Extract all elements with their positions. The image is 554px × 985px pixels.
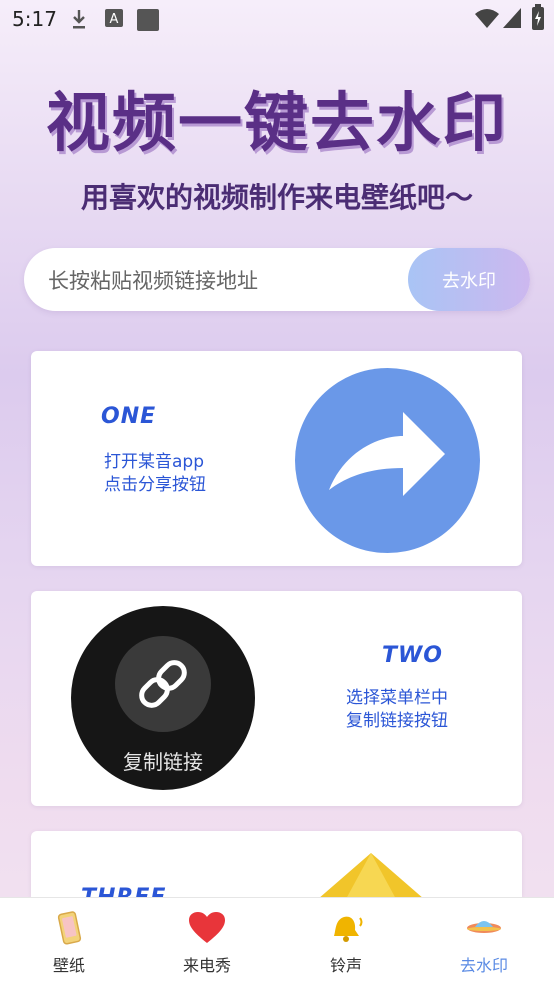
nav-item-wallpaper[interactable]: 壁纸 xyxy=(0,898,138,985)
wifi-icon xyxy=(475,9,499,28)
step-two-line1: 选择菜单栏中 xyxy=(346,688,448,708)
url-input[interactable] xyxy=(46,248,420,313)
copy-link-circle: 复制链接 xyxy=(71,606,255,790)
download-icon xyxy=(73,10,85,29)
a-icon: A xyxy=(105,9,123,27)
yellow-diamond-icon xyxy=(320,853,422,897)
bottom-nav: 壁纸 来电秀 铃声 去水印 xyxy=(0,897,554,985)
copy-link-text: 复制链接 xyxy=(123,750,203,774)
battery-icon xyxy=(532,4,544,30)
nav-label-ringtone: 铃声 xyxy=(329,956,362,975)
step-two-line2: 复制链接按钮 xyxy=(346,711,448,731)
step-one-line1: 打开某音app xyxy=(104,452,204,472)
nav-label-watermark: 去水印 xyxy=(459,956,508,975)
nav-label-wallpaper: 壁纸 xyxy=(52,956,85,975)
page-subtitle: 用喜欢的视频制作来电壁纸吧～ xyxy=(80,181,473,214)
share-arrow-icon xyxy=(329,412,445,496)
nav-item-callshow[interactable]: 来电秀 xyxy=(138,898,276,985)
step-label-three: THREE xyxy=(81,885,166,897)
nav-label-callshow: 来电秀 xyxy=(182,956,231,975)
status-bar: 5:17 A xyxy=(0,0,554,38)
ufo-icon xyxy=(467,921,501,933)
step-desc-two: 选择菜单栏中 复制链接按钮 xyxy=(346,687,448,733)
wallpaper-icon xyxy=(57,911,82,945)
link-icon xyxy=(139,660,187,708)
nav-item-ringtone[interactable]: 铃声 xyxy=(277,898,415,985)
share-circle xyxy=(295,368,480,553)
square-icon xyxy=(137,9,159,31)
svg-text:A: A xyxy=(110,12,119,27)
step-desc-one: 打开某音app 点击分享按钮 xyxy=(104,451,206,497)
page-title: 视频一键去水印 xyxy=(46,87,508,161)
status-time: 5:17 xyxy=(12,7,57,31)
url-input-container: 去水印 xyxy=(24,248,530,313)
nav-item-watermark[interactable]: 去水印 xyxy=(415,898,553,985)
step-card-two: 复制链接 TWO 选择菜单栏中 复制链接按钮 xyxy=(31,591,522,806)
signal-icon xyxy=(503,8,521,28)
step-card-three: THREE xyxy=(31,831,522,897)
step-one-line2: 点击分享按钮 xyxy=(104,475,206,495)
remove-watermark-button[interactable]: 去水印 xyxy=(408,248,530,311)
heart-icon xyxy=(189,912,225,943)
link-bubble xyxy=(115,636,211,732)
step-label-two: TWO xyxy=(382,643,443,668)
bell-icon xyxy=(334,916,363,942)
step-label-one: ONE xyxy=(101,404,157,429)
step-card-one: ONE 打开某音app 点击分享按钮 xyxy=(31,351,522,566)
